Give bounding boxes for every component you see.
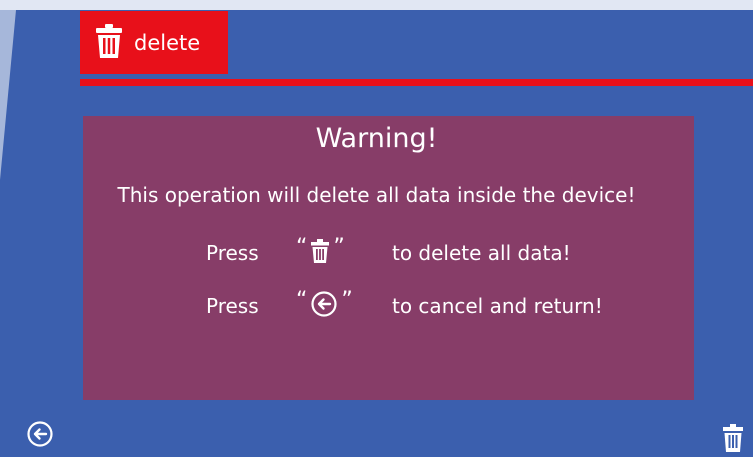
back-arrow-circle-icon (311, 290, 338, 322)
press-label: Press (206, 241, 259, 265)
instruction-text: to cancel and return! (392, 294, 603, 318)
open-quote: “ (296, 234, 308, 260)
trash-icon (96, 23, 122, 62)
delete-button[interactable] (723, 424, 743, 456)
close-quote: ” (341, 287, 353, 313)
close-quote: ” (333, 234, 345, 260)
press-label: Press (206, 294, 259, 318)
header-divider (80, 79, 753, 86)
delete-tab-label: delete (134, 30, 201, 55)
decorative-stripe-left (0, 10, 16, 180)
delete-tab[interactable]: delete (80, 11, 228, 74)
quoted-icon: “ ” (296, 287, 353, 322)
back-arrow-circle-icon (27, 421, 53, 451)
back-button[interactable] (27, 421, 53, 451)
warning-message: This operation will delete all data insi… (117, 183, 636, 207)
quoted-icon: “ ” (296, 235, 345, 268)
open-quote: “ (296, 287, 308, 313)
instruction-text: to delete all data! (392, 241, 571, 265)
instruction-cancel: Press “ ” to cancel and return! (0, 287, 753, 323)
warning-title: Warning! (315, 123, 438, 154)
trash-icon (311, 238, 330, 268)
decorative-stripe-top (0, 0, 753, 10)
trash-icon (723, 424, 743, 456)
instruction-delete: Press “ ” to delete all data! (0, 235, 753, 270)
